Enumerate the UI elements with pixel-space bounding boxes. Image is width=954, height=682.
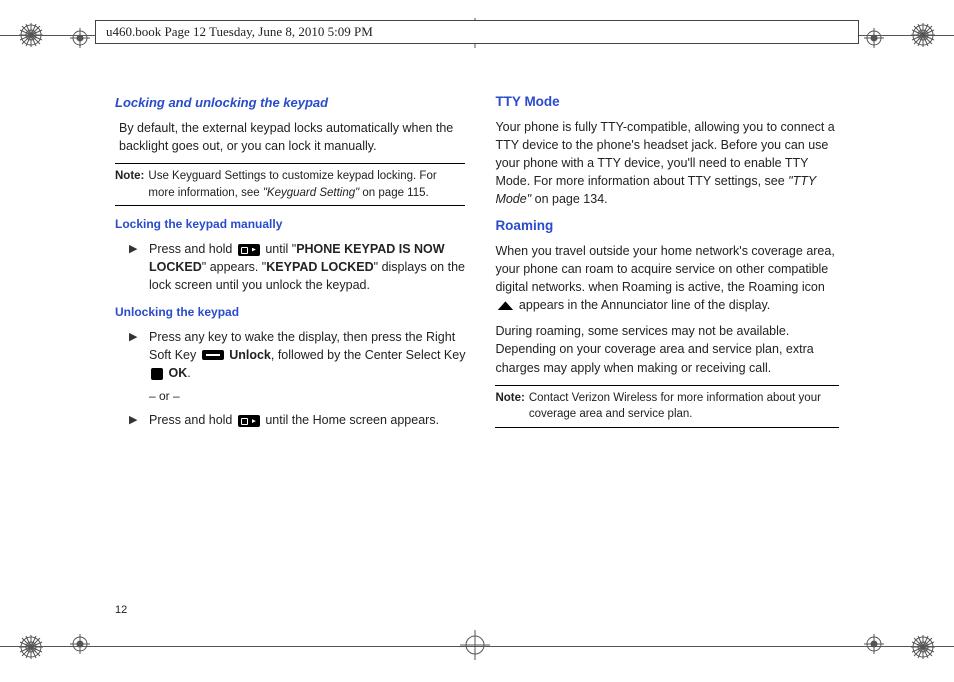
note-label: Note: xyxy=(115,168,144,201)
registration-mark-icon xyxy=(864,634,884,654)
document-header: u460.book Page 12 Tuesday, June 8, 2010 … xyxy=(95,20,859,44)
or-separator: – or – xyxy=(149,388,465,405)
heading-roaming: Roaming xyxy=(495,216,839,236)
soft-key-icon xyxy=(202,350,224,360)
note-roaming: Note: Contact Verizon Wireless for more … xyxy=(495,385,839,428)
bullet-arrow-icon: ▶ xyxy=(129,328,149,382)
bullet-body: Press and hold until "PHONE KEYPAD IS NO… xyxy=(149,240,465,294)
sunburst-icon xyxy=(18,22,44,48)
left-column: Locking and unlocking the keypad By defa… xyxy=(115,92,465,438)
note-keyguard: Note: Use Keyguard Settings to customize… xyxy=(115,163,465,206)
heading-locking: Locking and unlocking the keypad xyxy=(115,94,465,113)
sunburst-icon xyxy=(910,634,936,660)
bullet-lock-manual: ▶ Press and hold until "PHONE KEYPAD IS … xyxy=(115,240,465,294)
registration-mark-icon xyxy=(70,634,90,654)
heading-lock-manual: Locking the keypad manually xyxy=(115,216,465,233)
right-column: TTY Mode Your phone is fully TTY-compati… xyxy=(495,92,839,438)
bullet-unlock-2: ▶ Press and hold until the Home screen a… xyxy=(115,411,465,429)
bullet-body: Press any key to wake the display, then … xyxy=(149,328,465,382)
page-number: 12 xyxy=(115,604,127,616)
roaming-paragraph-2: During roaming, some services may not be… xyxy=(495,322,839,376)
roaming-icon xyxy=(497,301,513,310)
note-label: Note: xyxy=(495,390,524,423)
registration-mark-icon xyxy=(864,28,884,48)
note-body: Contact Verizon Wireless for more inform… xyxy=(529,390,839,423)
roaming-paragraph-1: When you travel outside your home networ… xyxy=(495,242,839,315)
note-body: Use Keyguard Settings to customize keypa… xyxy=(148,168,465,201)
header-text: u460.book Page 12 Tuesday, June 8, 2010 … xyxy=(106,24,373,40)
sunburst-icon xyxy=(18,634,44,660)
key-icon xyxy=(238,244,260,256)
bullet-body: Press and hold until the Home screen app… xyxy=(149,411,465,429)
tty-paragraph: Your phone is fully TTY-compatible, allo… xyxy=(495,118,839,209)
center-key-icon xyxy=(151,368,163,380)
registration-mark-icon xyxy=(70,28,90,48)
heading-unlock: Unlocking the keypad xyxy=(115,304,465,321)
bullet-arrow-icon: ▶ xyxy=(129,240,149,294)
bullet-unlock-1: ▶ Press any key to wake the display, the… xyxy=(115,328,465,382)
page-content: Locking and unlocking the keypad By defa… xyxy=(95,60,859,622)
heading-tty: TTY Mode xyxy=(495,92,839,112)
intro-paragraph: By default, the external keypad locks au… xyxy=(115,119,465,155)
crosshair-icon xyxy=(460,630,490,660)
bullet-arrow-icon: ▶ xyxy=(129,411,149,429)
key-icon xyxy=(238,415,260,427)
sunburst-icon xyxy=(910,22,936,48)
